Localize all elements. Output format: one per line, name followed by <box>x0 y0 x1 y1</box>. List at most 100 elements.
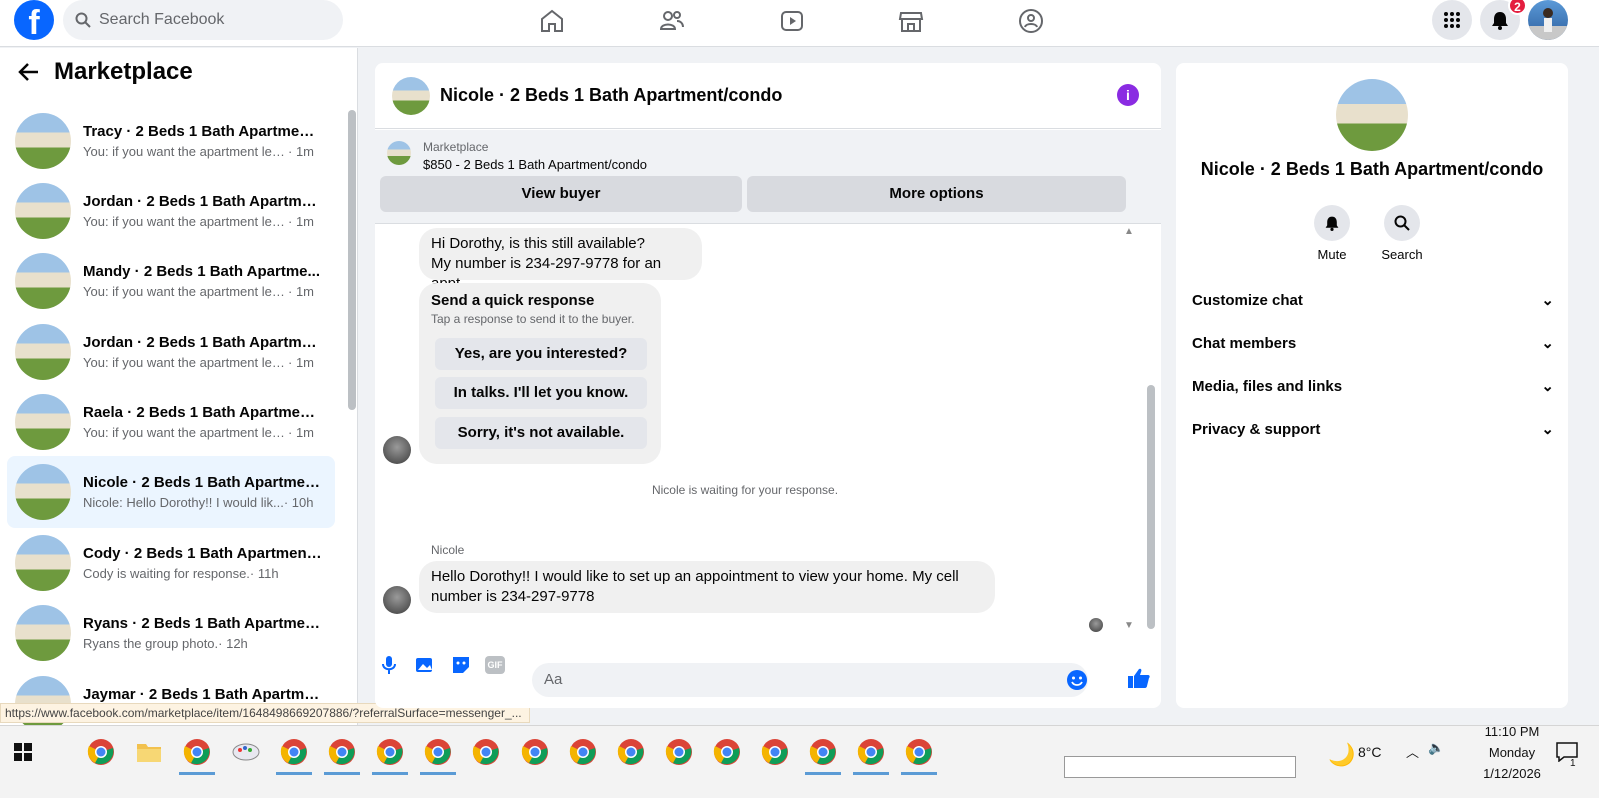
chat-avatar[interactable] <box>392 76 430 115</box>
conversation-item[interactable]: Nicole · 2 Beds 1 Bath Apartmen... Nicole… <box>7 456 335 528</box>
conversation-details-panel: Nicole · 2 Beds 1 Bath Apartment/condo M… <box>1176 63 1568 708</box>
more-options-button[interactable]: More options <box>747 176 1126 212</box>
listing-thumbnail[interactable] <box>387 141 411 165</box>
scroll-down-arrow[interactable]: ▼ <box>1124 620 1134 631</box>
conversation-time: · 1m <box>288 284 314 299</box>
listing-source: Marketplace <box>423 140 489 154</box>
listing-name[interactable]: $850 - 2 Beds 1 Bath Apartment/condo <box>423 157 647 172</box>
paint-icon[interactable] <box>230 736 262 768</box>
windows-taskbar: 🌙 8°C ︿ 🔈 11:10 PM Monday 1/12/2026 1 <box>0 724 1599 798</box>
chrome-icon[interactable] <box>711 736 743 768</box>
windows-start-icon[interactable] <box>14 743 32 766</box>
bell-icon <box>1492 12 1508 30</box>
friends-icon[interactable] <box>642 4 702 38</box>
conversation-item[interactable]: Mandy · 2 Beds 1 Bath Apartme... You: if … <box>7 245 335 317</box>
thumbs-up-icon[interactable] <box>1127 667 1151 694</box>
chat-scrollbar[interactable] <box>1147 385 1155 629</box>
taskbar-address-box[interactable] <box>1064 756 1296 778</box>
chrome-icon[interactable] <box>807 736 839 768</box>
file-explorer-icon[interactable] <box>133 736 165 768</box>
conversation-item[interactable]: Tracy · 2 Beds 1 Bath Apartment... You: i… <box>7 105 335 177</box>
conversation-name: Nicole · 2 Beds 1 Bath Apartmen... <box>83 474 323 491</box>
chevron-up-icon[interactable]: ︿ <box>1406 742 1419 761</box>
facebook-logo[interactable]: f <box>14 0 54 40</box>
chevron-down-icon: ⌄ <box>1541 335 1554 352</box>
customize-chat-section[interactable]: Customize chat ⌄ <box>1192 280 1554 320</box>
conversation-item[interactable]: Ryans · 2 Beds 1 Bath Apartment... Ryans … <box>7 597 335 669</box>
details-avatar[interactable] <box>1336 79 1408 151</box>
chrome-icon[interactable] <box>567 736 599 768</box>
clock-time[interactable]: 11:10 PM <box>1482 724 1542 739</box>
media-files-links-section[interactable]: Media, files and links ⌄ <box>1192 366 1554 406</box>
menu-grid-button[interactable] <box>1432 0 1472 40</box>
info-icon[interactable]: i <box>1117 84 1139 106</box>
sender-avatar[interactable] <box>383 436 411 464</box>
search-conversation-button[interactable]: Search <box>1372 205 1432 262</box>
privacy-support-section[interactable]: Privacy & support ⌄ <box>1192 409 1554 449</box>
chrome-icon[interactable] <box>663 736 695 768</box>
microphone-icon[interactable] <box>380 655 398 680</box>
section-label: Privacy & support <box>1192 420 1321 438</box>
active-app-indicator <box>805 772 841 775</box>
mute-button[interactable]: Mute <box>1302 205 1362 262</box>
conversation-time: · 1m <box>288 425 314 440</box>
account-avatar[interactable] <box>1528 0 1568 40</box>
active-app-indicator <box>853 772 889 775</box>
conversation-item[interactable]: Jordan · 2 Beds 1 Bath Apartmen... You: i… <box>7 175 335 247</box>
search-input[interactable]: Search Facebook <box>63 0 343 40</box>
chrome-icon[interactable] <box>422 736 454 768</box>
clock-day[interactable]: Monday <box>1482 745 1542 760</box>
chrome-icon[interactable] <box>374 736 406 768</box>
message-input[interactable]: Aa <box>532 663 1088 697</box>
conversation-time: · 1m <box>288 144 314 159</box>
quick-response-button[interactable]: Yes, are you interested? <box>435 338 647 370</box>
clock-date[interactable]: 1/12/2026 <box>1474 766 1550 781</box>
marketplace-icon[interactable] <box>881 4 941 38</box>
message-bubble[interactable]: Hi Dorothy, is this still available? My … <box>419 228 702 292</box>
notification-badge: 2 <box>1508 0 1527 15</box>
chat-title[interactable]: Nicole · 2 Beds 1 Bath Apartment/condo <box>440 85 782 106</box>
gif-icon[interactable]: GIF <box>485 656 505 674</box>
chrome-icon[interactable] <box>903 736 935 768</box>
scroll-up-arrow[interactable]: ▲ <box>1124 226 1134 237</box>
active-app-indicator <box>372 772 408 775</box>
conversation-name: Mandy · 2 Beds 1 Bath Apartme... <box>83 263 320 280</box>
sidebar-scrollbar[interactable] <box>348 110 356 410</box>
chrome-icon[interactable] <box>615 736 647 768</box>
sidebar-title: Marketplace <box>54 58 193 85</box>
photo-icon[interactable] <box>415 655 435 680</box>
message-bubble[interactable]: Hello Dorothy!! I would like to set up a… <box>419 561 995 613</box>
emoji-icon[interactable] <box>1066 669 1088 696</box>
conversation-name: Tracy · 2 Beds 1 Bath Apartment... <box>83 123 323 140</box>
conversation-item[interactable]: Raela · 2 Beds 1 Bath Apartment... You: i… <box>7 386 335 458</box>
active-app-indicator <box>179 772 215 775</box>
chrome-icon[interactable] <box>278 736 310 768</box>
weather-temp[interactable]: 8°C <box>1358 744 1382 760</box>
chrome-icon[interactable] <box>519 736 551 768</box>
volume-icon[interactable]: 🔈 <box>1428 740 1444 756</box>
conversation-thumbnail <box>15 324 71 380</box>
conversation-preview: Cody is waiting for response. <box>83 566 250 581</box>
chrome-icon[interactable] <box>85 736 117 768</box>
search-placeholder: Search Facebook <box>99 11 225 28</box>
groups-icon[interactable] <box>1001 4 1061 38</box>
sender-name: Nicole <box>431 543 465 557</box>
sender-avatar[interactable] <box>383 586 411 614</box>
sticker-icon[interactable] <box>451 655 471 680</box>
chrome-icon[interactable] <box>470 736 502 768</box>
view-buyer-button[interactable]: View buyer <box>380 176 742 212</box>
section-label: Media, files and links <box>1192 377 1343 395</box>
chrome-icon[interactable] <box>759 736 791 768</box>
chrome-icon[interactable] <box>326 736 358 768</box>
chrome-icon[interactable] <box>181 736 213 768</box>
conversation-item[interactable]: Cody · 2 Beds 1 Bath Apartment... Cody is… <box>7 527 335 599</box>
chrome-icon[interactable] <box>855 736 887 768</box>
chat-members-section[interactable]: Chat members ⌄ <box>1192 323 1554 363</box>
video-icon[interactable] <box>762 4 822 38</box>
quick-response-button[interactable]: In talks. I'll let you know. <box>435 377 647 409</box>
quick-response-button[interactable]: Sorry, it's not available. <box>435 417 647 449</box>
home-icon[interactable] <box>522 4 582 38</box>
chevron-down-icon: ⌄ <box>1541 292 1554 309</box>
conversation-item[interactable]: Jordan · 2 Beds 1 Bath Apartmen... You: i… <box>7 316 335 388</box>
back-arrow-icon[interactable] <box>18 62 40 82</box>
